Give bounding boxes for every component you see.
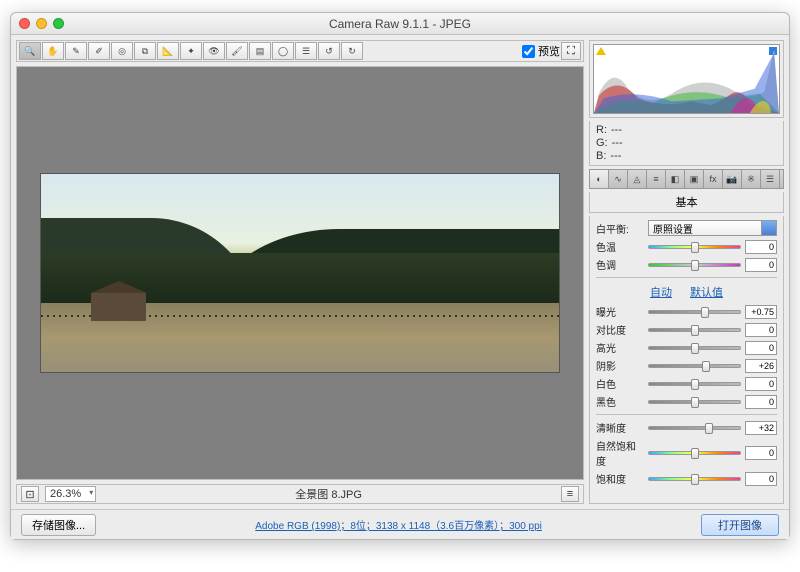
rgb-readout: R:--- G:--- B:--- bbox=[589, 121, 784, 166]
image-preview bbox=[40, 173, 560, 373]
white-balance-row: 白平衡: 原照设置 bbox=[596, 220, 777, 236]
vibrance-label: 自然饱和度 bbox=[596, 438, 644, 468]
preview-label: 预览 bbox=[538, 43, 560, 59]
spot-removal-icon[interactable]: ✦ bbox=[180, 42, 202, 60]
wb-label: 白平衡: bbox=[596, 221, 644, 236]
panel-title: 基本 bbox=[589, 192, 784, 213]
window-title: Camera Raw 9.1.1 - JPEG bbox=[11, 17, 789, 31]
shadow-label: 阴影 bbox=[596, 358, 644, 373]
adjustment-brush-icon[interactable]: 🖌 bbox=[226, 42, 248, 60]
tab-split[interactable]: ◧ bbox=[666, 170, 685, 188]
black-label: 黑色 bbox=[596, 394, 644, 409]
tint-value[interactable]: 0 bbox=[745, 258, 777, 272]
left-column: 🔍 ✋ ✎ ✐ ◎ ⧉ 📐 ✦ 👁 🖌 ▤ ◯ ☰ ↺ ↻ 预览 bbox=[16, 40, 584, 504]
highlight-slider[interactable] bbox=[648, 346, 741, 350]
black-slider[interactable] bbox=[648, 400, 741, 404]
contrast-value[interactable]: 0 bbox=[745, 323, 777, 337]
white-value[interactable]: 0 bbox=[745, 377, 777, 391]
temp-slider[interactable] bbox=[648, 245, 741, 249]
b-label: B: bbox=[596, 150, 606, 162]
rotate-ccw-icon[interactable]: ↺ bbox=[318, 42, 340, 60]
saturation-slider[interactable] bbox=[648, 477, 741, 481]
saturation-value[interactable]: 0 bbox=[745, 472, 777, 486]
vibrance-value[interactable]: 0 bbox=[745, 446, 777, 460]
tab-camera[interactable]: 📷 bbox=[723, 170, 742, 188]
b-value: --- bbox=[610, 150, 621, 162]
tab-snapshots[interactable]: ☰ bbox=[761, 170, 780, 188]
black-value[interactable]: 0 bbox=[745, 395, 777, 409]
highlight-label: 高光 bbox=[596, 340, 644, 355]
temp-label: 色温 bbox=[596, 239, 644, 254]
clarity-label: 清晰度 bbox=[596, 420, 644, 435]
tint-slider[interactable] bbox=[648, 263, 741, 267]
open-image-button[interactable]: 打开图像 bbox=[701, 514, 779, 536]
preview-checkbox[interactable]: 预览 bbox=[522, 43, 560, 59]
graduated-filter-icon[interactable]: ▤ bbox=[249, 42, 271, 60]
temp-value[interactable]: 0 bbox=[745, 240, 777, 254]
footer: 存储图像... Adobe RGB (1998)；8位；3138 x 1148（… bbox=[11, 509, 789, 539]
camera-raw-window: Camera Raw 9.1.1 - JPEG 🔍 ✋ ✎ ✐ ◎ ⧉ 📐 ✦ … bbox=[10, 12, 790, 540]
crop-tool-icon[interactable]: ⧉ bbox=[134, 42, 156, 60]
filename-label: 全景图 8.JPG bbox=[102, 486, 555, 502]
right-panel: R:--- G:--- B:--- ◐ ∿ ◬ ≡ ◧ ▣ fx 📷 ※ ☰ 基… bbox=[589, 40, 784, 504]
auto-link[interactable]: 自动 bbox=[650, 284, 672, 300]
basic-panel: 白平衡: 原照设置 色温 0 色调 0 自动 默认值 曝光 +0.75 对比度 0 高光… bbox=[589, 216, 784, 504]
fit-zoom-icon[interactable]: ⊡ bbox=[21, 486, 39, 502]
contrast-slider[interactable] bbox=[648, 328, 741, 332]
canvas-area[interactable] bbox=[16, 66, 584, 480]
titlebar: Camera Raw 9.1.1 - JPEG bbox=[11, 13, 789, 35]
tab-hsl[interactable]: ≡ bbox=[647, 170, 666, 188]
vibrance-slider[interactable] bbox=[648, 451, 741, 455]
r-value: --- bbox=[611, 124, 622, 136]
preferences-icon[interactable]: ☰ bbox=[295, 42, 317, 60]
g-value: --- bbox=[612, 137, 623, 149]
toolbar: 🔍 ✋ ✎ ✐ ◎ ⧉ 📐 ✦ 👁 🖌 ▤ ◯ ☰ ↺ ↻ 预览 bbox=[16, 40, 584, 62]
rotate-cw-icon[interactable]: ↻ bbox=[341, 42, 363, 60]
hand-tool-icon[interactable]: ✋ bbox=[42, 42, 64, 60]
shadow-value[interactable]: +26 bbox=[745, 359, 777, 373]
preview-check-input[interactable] bbox=[522, 45, 535, 58]
workflow-link[interactable]: Adobe RGB (1998)；8位；3138 x 1148（3.6百万像素）… bbox=[106, 517, 691, 532]
panel-tabs: ◐ ∿ ◬ ≡ ◧ ▣ fx 📷 ※ ☰ bbox=[589, 169, 784, 189]
tint-label: 色调 bbox=[596, 257, 644, 272]
straighten-tool-icon[interactable]: 📐 bbox=[157, 42, 179, 60]
histogram-container bbox=[589, 40, 784, 118]
filmstrip-icon[interactable]: ≡ bbox=[561, 486, 579, 502]
exposure-slider[interactable] bbox=[648, 310, 741, 314]
clarity-slider[interactable] bbox=[648, 426, 741, 430]
white-slider[interactable] bbox=[648, 382, 741, 386]
g-label: G: bbox=[596, 137, 608, 149]
redeye-tool-icon[interactable]: 👁 bbox=[203, 42, 225, 60]
save-image-button[interactable]: 存储图像... bbox=[21, 514, 96, 536]
target-adjust-icon[interactable]: ◎ bbox=[111, 42, 133, 60]
eyedropper-white-icon[interactable]: ✎ bbox=[65, 42, 87, 60]
radial-filter-icon[interactable]: ◯ bbox=[272, 42, 294, 60]
exposure-value[interactable]: +0.75 bbox=[745, 305, 777, 319]
tab-presets[interactable]: ※ bbox=[742, 170, 761, 188]
exposure-label: 曝光 bbox=[596, 304, 644, 319]
tab-curve[interactable]: ∿ bbox=[609, 170, 628, 188]
saturation-label: 饱和度 bbox=[596, 471, 644, 486]
tab-lens[interactable]: ▣ bbox=[685, 170, 704, 188]
zoom-tool-icon[interactable]: 🔍 bbox=[19, 42, 41, 60]
zoom-select[interactable]: 26.3% bbox=[45, 486, 96, 502]
default-link[interactable]: 默认值 bbox=[690, 284, 723, 300]
highlight-value[interactable]: 0 bbox=[745, 341, 777, 355]
contrast-label: 对比度 bbox=[596, 322, 644, 337]
white-label: 白色 bbox=[596, 376, 644, 391]
fullscreen-icon[interactable]: ⛶ bbox=[561, 42, 581, 60]
auto-row: 自动 默认值 bbox=[596, 283, 777, 301]
bottombar: ⊡ 26.3% 全景图 8.JPG ≡ bbox=[16, 484, 584, 504]
white-balance-select[interactable]: 原照设置 bbox=[648, 220, 777, 236]
color-sampler-icon[interactable]: ✐ bbox=[88, 42, 110, 60]
r-label: R: bbox=[596, 124, 607, 136]
tab-basic[interactable]: ◐ bbox=[590, 170, 609, 188]
tab-fx[interactable]: fx bbox=[704, 170, 723, 188]
body: 🔍 ✋ ✎ ✐ ◎ ⧉ 📐 ✦ 👁 🖌 ▤ ◯ ☰ ↺ ↻ 预览 bbox=[11, 35, 789, 509]
tab-detail[interactable]: ◬ bbox=[628, 170, 647, 188]
shadow-slider[interactable] bbox=[648, 364, 741, 368]
histogram[interactable] bbox=[593, 44, 780, 114]
clarity-value[interactable]: +32 bbox=[745, 421, 777, 435]
